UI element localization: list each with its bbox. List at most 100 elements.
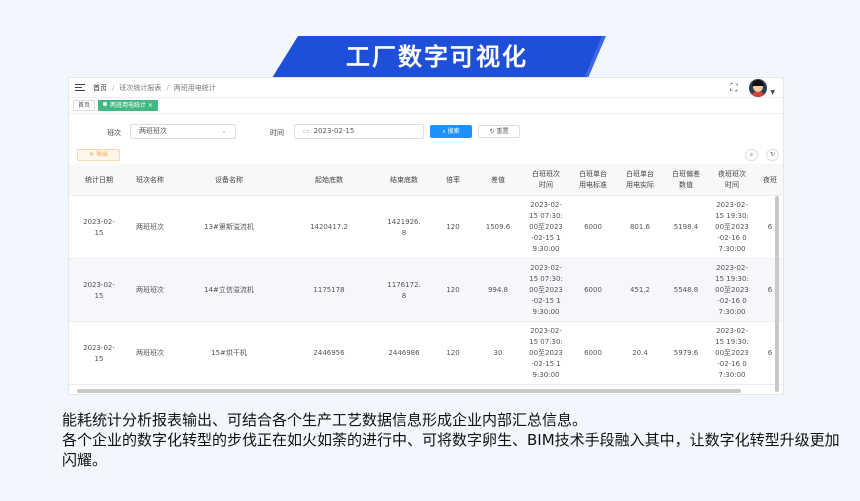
column-header-text: 统计日期 xyxy=(85,175,113,184)
time-label: 时间 xyxy=(270,129,284,137)
breadcrumb-separator: / xyxy=(112,83,115,92)
column-header-text: 白班单台用电标准 xyxy=(579,170,607,189)
table-cell-text: 451.2 xyxy=(629,286,651,294)
table-cell-text: 994.8 xyxy=(487,286,509,294)
hamburger-icon[interactable] xyxy=(75,83,85,92)
table-cell: 6000 xyxy=(569,196,617,259)
breadcrumb-home[interactable]: 首页 xyxy=(93,83,107,93)
description-line-2: 各个企业的数字化转型的步伐正在如火如荼的进行中、可将数字卵生、BIM技术手段融入… xyxy=(62,431,840,469)
table-cell: 2023-02-15 07:30:00至2023-02-15 19:30:00 xyxy=(523,322,569,385)
table-cell: 6000 xyxy=(569,259,617,322)
column-header: 白班单台用电实际 xyxy=(617,164,663,196)
description-line-1: 能耗统计分析报表输出、可结合各个生产工艺数据信息形成企业内部汇总信息。 xyxy=(62,411,588,429)
refresh-icon: ↻ xyxy=(489,128,495,135)
column-header: 夜班班次时间 xyxy=(709,164,755,196)
table-row[interactable]: 2023-02-15 两班班次 13#第斯溢流机 1420417.2 1421926.8… xyxy=(69,196,783,259)
table-cell-text: 2023-02-15 07:30:00至2023-02-15 19:30:00 xyxy=(529,327,563,379)
shift-select[interactable]: 两班班次 ⌄ xyxy=(130,124,236,139)
banner-title: 工厂数字可视化 xyxy=(346,43,528,71)
calendar-icon: ▭ xyxy=(303,127,310,135)
table-cell: 120 xyxy=(433,322,473,385)
search-icon: ⌕ xyxy=(442,128,446,135)
table-cell: 20.4 xyxy=(617,322,663,385)
table-cell: 2023-02-15 19:30:00至2023-02-16 07:30:00 xyxy=(709,196,755,259)
table-cell-text: 5548.8 xyxy=(673,286,699,294)
search-button-label: 搜索 xyxy=(447,128,460,135)
table-cell: 1421926.8 xyxy=(375,196,433,259)
table-cell-text: 6 xyxy=(767,349,773,357)
table-cell-text: 2446956 xyxy=(313,349,345,357)
column-header: 白班单台用电标准 xyxy=(569,164,617,196)
active-dot-icon xyxy=(103,102,108,106)
table-cell: 2023-02-15 xyxy=(73,259,125,322)
table-cell: 2023-02-15 xyxy=(73,322,125,385)
table-cell: 14#立信溢流机 xyxy=(175,259,283,322)
table-cell: 2023-02-15 xyxy=(73,196,125,259)
table-cell-text: 120 xyxy=(446,286,460,294)
toggle-search-button[interactable]: ⌕ xyxy=(745,149,758,161)
table-cell-text: 1420417.2 xyxy=(310,223,348,231)
table-cell-text: 120 xyxy=(446,223,460,231)
tag-label: 两班用电统计 × xyxy=(110,102,153,109)
table-cell: 6 xyxy=(755,322,783,385)
breadcrumb-report[interactable]: 班次统计报表 xyxy=(119,83,161,93)
column-header: 结束底数 xyxy=(375,164,433,196)
column-header-text: 结束底数 xyxy=(390,175,418,184)
column-header-text: 夜班班次时间 xyxy=(718,170,746,189)
table-cell-text: 6000 xyxy=(584,349,602,357)
title-banner: 工厂数字可视化 xyxy=(268,34,606,80)
table-row[interactable]: 2023-02-15 两班班次 15#烘干机 2446956 2446986 120 30 2… xyxy=(69,322,783,385)
caret-down-icon[interactable]: ▼ xyxy=(770,89,775,96)
table-cell: 1176172.8 xyxy=(375,259,433,322)
table-cell: 6000 xyxy=(569,322,617,385)
table-cell: 994.8 xyxy=(473,259,523,322)
avatar[interactable] xyxy=(749,79,768,97)
column-header-text: 班次名称 xyxy=(136,175,164,184)
date-picker-value: 2023-02-15 xyxy=(313,127,355,135)
table-cell-text: 两班班次 xyxy=(136,223,164,231)
column-header-text: 白班班次时间 xyxy=(532,170,560,189)
table-cell-text: 2023-02-15 07:30:00至2023-02-15 19:30:00 xyxy=(529,201,563,253)
search-button[interactable]: ⌕ 搜索 xyxy=(430,125,472,138)
export-icon: ✕ xyxy=(89,151,95,158)
date-picker[interactable]: ▭ 2023-02-15 xyxy=(294,124,424,139)
table-cell: 2446986 xyxy=(375,322,433,385)
vertical-scrollbar[interactable] xyxy=(775,196,779,392)
table-cell-text: 15#烘干机 xyxy=(211,349,247,357)
table-cell: 6 xyxy=(755,259,783,322)
table-cell-text: 2023-02-15 xyxy=(83,343,115,363)
table-cell-text: 1175178 xyxy=(313,286,345,294)
reset-button[interactable]: ↻ 重置 xyxy=(478,125,520,138)
table-cell: 两班班次 xyxy=(125,259,175,322)
table-header: 统计日期 班次名称 设备名称 起始底数 结束底数 倍率 差值 白班班次时间 白班单台用电标准 白班… xyxy=(69,164,783,196)
export-button[interactable]: ✕ 导出 xyxy=(77,149,120,161)
breadcrumb-current: 两班用电统计 xyxy=(173,83,216,92)
reset-button-label: 重置 xyxy=(496,128,509,135)
table-cell: 120 xyxy=(433,196,473,259)
column-header: 统计日期 xyxy=(73,164,125,196)
table-cell: 451.2 xyxy=(617,259,663,322)
column-header-text: 设备名称 xyxy=(215,175,243,184)
tag-electric-stats[interactable]: 两班用电统计 × xyxy=(98,100,158,111)
table-cell: 801.6 xyxy=(617,196,663,259)
table-cell-text: 13#第斯溢流机 xyxy=(204,223,254,231)
refresh-table-button[interactable]: ↻ xyxy=(766,149,779,161)
column-header: 班次名称 xyxy=(125,164,175,196)
horizontal-scrollbar[interactable] xyxy=(77,389,741,393)
table-cell: 2023-02-15 07:30:00至2023-02-15 19:30:00 xyxy=(523,196,569,259)
table-cell: 6 xyxy=(755,196,783,259)
column-header: 夜班 xyxy=(755,164,783,196)
table-cell: 2446956 xyxy=(283,322,375,385)
table-cell-text: 20.4 xyxy=(632,349,648,357)
tag-home[interactable]: 首页 xyxy=(73,100,96,111)
column-header-text: 白班单台用电实际 xyxy=(626,170,654,189)
table-cell: 5198.4 xyxy=(663,196,709,259)
column-header: 差值 xyxy=(473,164,523,196)
fullscreen-icon[interactable]: ⛶ xyxy=(730,83,737,94)
column-header: 白班偏差数值 xyxy=(663,164,709,196)
column-header: 设备名称 xyxy=(175,164,283,196)
column-header-text: 倍率 xyxy=(446,175,460,184)
column-header: 白班班次时间 xyxy=(523,164,569,196)
table-cell-text: 2446986 xyxy=(388,349,420,357)
table-row[interactable]: 2023-02-15 两班班次 14#立信溢流机 1175178 1176172.8 12… xyxy=(69,259,783,322)
